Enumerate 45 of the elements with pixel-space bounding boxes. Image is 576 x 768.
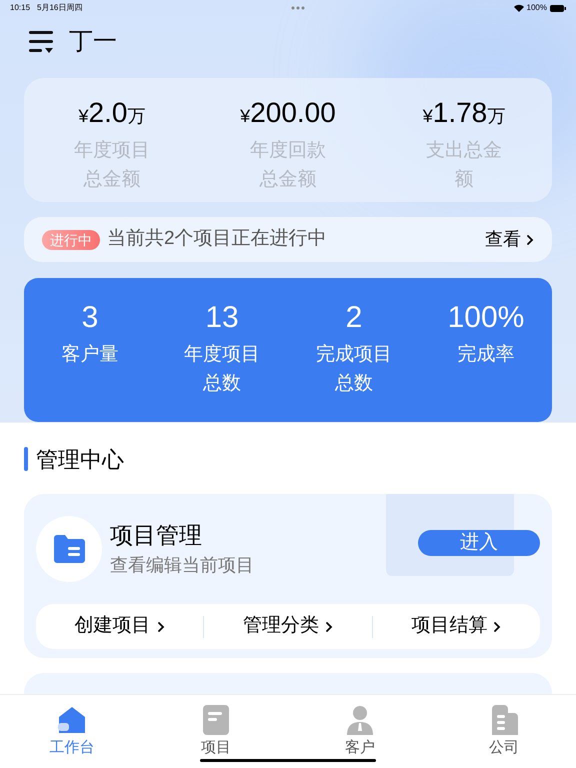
more-dots-icon <box>290 6 305 10</box>
module-subtitle: 查看编辑当前项目 <box>110 554 254 577</box>
amount-value: ¥200.00 <box>240 96 336 130</box>
stat-label: 完成项目总数 <box>315 343 393 396</box>
notice-text: 当前共2个项目正在进行中 <box>107 227 327 252</box>
stat-value: 100% <box>448 300 524 336</box>
section-marker <box>24 447 28 471</box>
document-icon <box>203 705 229 735</box>
user-name: 丁一 <box>69 27 117 57</box>
status-time: 10:15 <box>10 2 30 14</box>
stat-label: 客户量 <box>60 343 120 367</box>
enter-button[interactable]: 进入 <box>418 530 540 556</box>
section-title: 管理中心 <box>36 446 124 474</box>
building-icon <box>490 705 518 735</box>
amount-label: 年度项目总金额 <box>73 139 151 192</box>
amount-label: 年度回款总金额 <box>249 139 327 192</box>
folder-icon <box>54 535 84 563</box>
person-icon <box>346 705 374 735</box>
menu-icon[interactable] <box>29 30 55 54</box>
action-link[interactable]: 创建项目 <box>36 612 204 641</box>
tab-item[interactable]: 项目 <box>144 705 288 768</box>
wifi-icon <box>514 4 524 12</box>
amount-value: ¥2.0万 <box>78 96 146 130</box>
stat-value: 13 <box>205 300 239 336</box>
status-badge: 进行中 <box>42 230 100 250</box>
amount-label: 支出总金额 <box>425 139 503 192</box>
action-link[interactable]: 管理分类 <box>204 612 372 641</box>
status-date: 5月16日周四 <box>37 2 82 14</box>
tab-item[interactable]: 公司 <box>432 705 576 768</box>
tab-item[interactable]: 工作台 <box>0 705 144 768</box>
chevron-icon <box>156 620 165 632</box>
house-icon <box>57 705 87 735</box>
action-link[interactable]: 项目结算 <box>372 612 540 641</box>
stat-label: 完成率 <box>456 343 516 367</box>
view-link[interactable]: 查看 <box>485 226 534 253</box>
stat-label: 年度项目总数 <box>183 343 261 396</box>
module-title: 项目管理 <box>110 521 203 550</box>
stat-value: 3 <box>82 300 98 336</box>
tab-item[interactable]: 客户 <box>288 705 432 768</box>
amount-value: ¥1.78万 <box>422 96 506 130</box>
stat-value: 2 <box>346 300 362 336</box>
chevron-icon <box>493 620 502 632</box>
chevron-icon <box>526 234 534 246</box>
battery-percent: 100% <box>526 2 547 14</box>
chevron-icon <box>324 620 333 632</box>
